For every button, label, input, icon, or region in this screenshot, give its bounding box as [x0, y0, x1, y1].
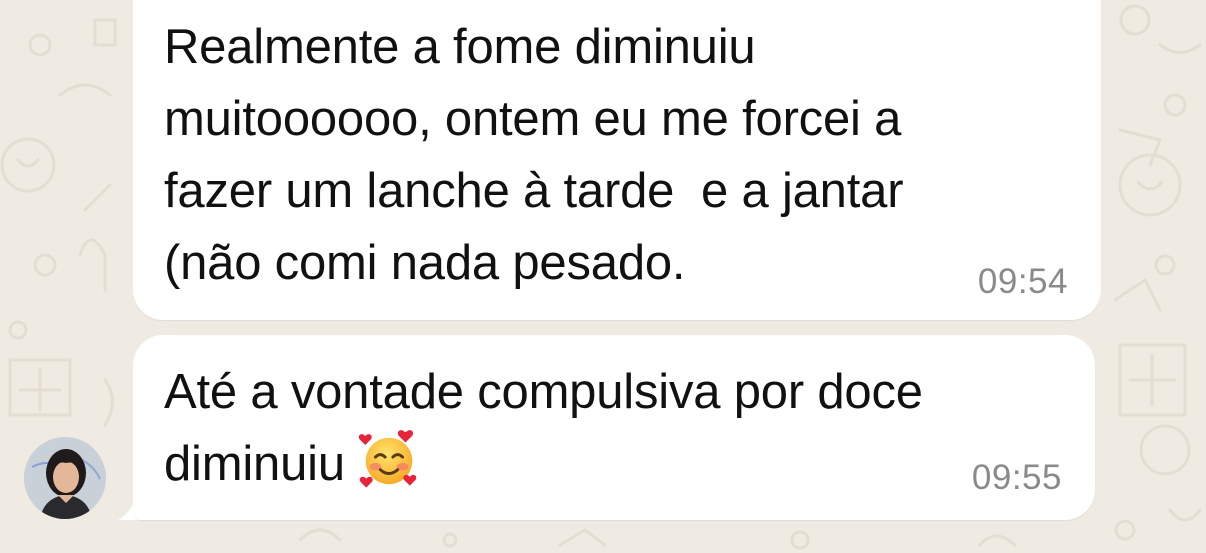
- smiling-face-with-hearts-icon: [359, 430, 417, 488]
- message-line: muitoooooo, ontem eu me forcei a: [164, 92, 902, 146]
- message-bubble[interactable]: Realmente a fome diminuiu muitoooooo, ont…: [133, 0, 1101, 320]
- message-timestamp: 09:54: [977, 262, 1068, 301]
- message-text: Até a vontade compulsiva por doce diminui…: [164, 356, 923, 500]
- message-line: Até a vontade compulsiva por doce: [164, 365, 923, 419]
- avatar[interactable]: [24, 437, 106, 519]
- message-bubble[interactable]: Até a vontade compulsiva por doce diminui…: [133, 335, 1095, 520]
- message-line-text: diminuiu: [164, 437, 345, 491]
- avatar-photo: [24, 437, 106, 519]
- message-line: (não comi nada pesado.: [164, 236, 686, 290]
- message-line: diminuiu: [164, 428, 923, 500]
- message-line: fazer um lanche à tarde e a jantar: [164, 164, 904, 218]
- chat-thread: Realmente a fome diminuiu muitoooooo, ont…: [0, 0, 1206, 553]
- message-timestamp: 09:55: [971, 458, 1062, 497]
- message-text: Realmente a fome diminuiu muitoooooo, ont…: [164, 11, 904, 299]
- message-line: Realmente a fome diminuiu: [164, 20, 756, 74]
